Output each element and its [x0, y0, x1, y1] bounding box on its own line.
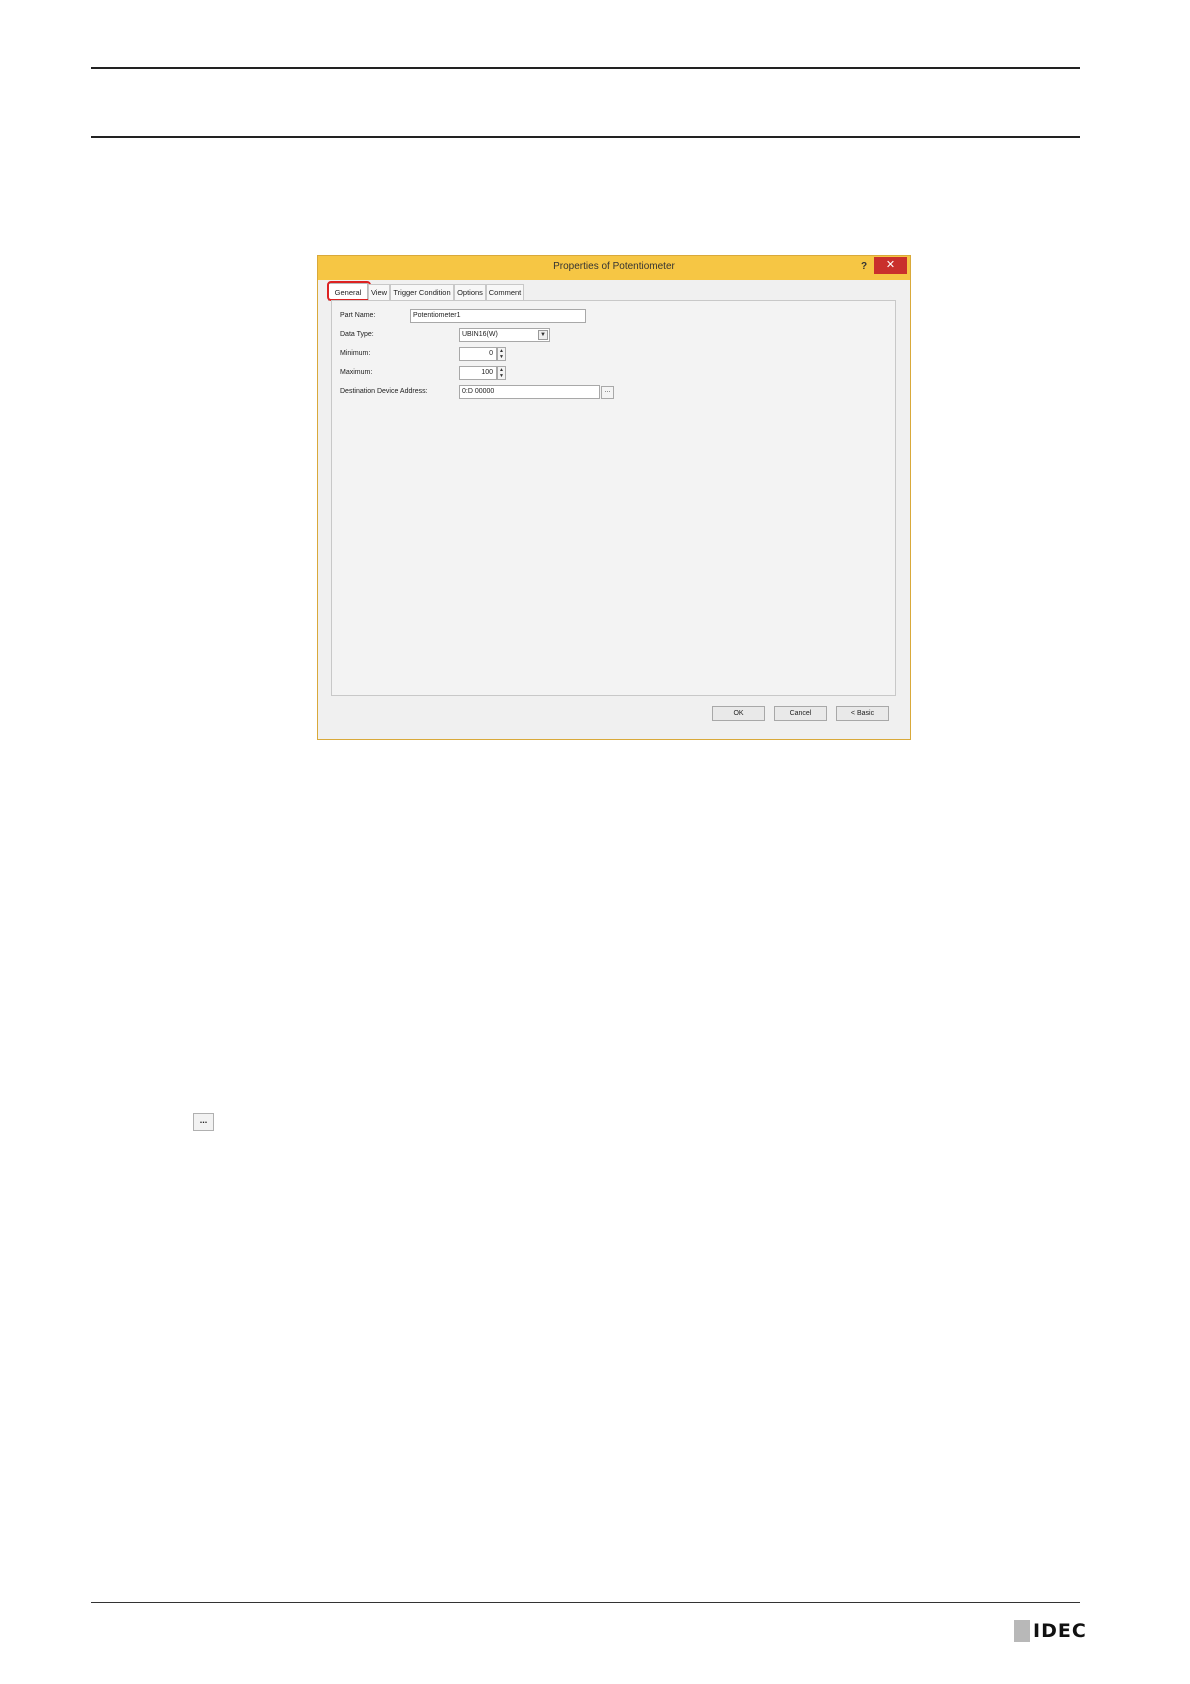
header-rule-top: [91, 67, 1080, 69]
chevron-down-icon[interactable]: ▼: [538, 330, 548, 340]
tab-general[interactable]: General: [327, 281, 371, 301]
minimum-spin-button[interactable]: ▲ ▼: [497, 347, 506, 361]
tab-highlight-marker: [327, 281, 371, 301]
help-button[interactable]: ?: [856, 259, 872, 275]
dialog-body: General View Trigger Condition Options C…: [323, 280, 905, 734]
destination-address-label: Destination Device Address:: [340, 388, 428, 395]
browse-button-icon: ...: [193, 1113, 214, 1131]
tab-view[interactable]: View: [368, 284, 390, 300]
tab-options[interactable]: Options: [454, 284, 486, 300]
destination-address-input[interactable]: 0:D 00000: [459, 385, 600, 399]
dialog-title: Properties of Potentiometer: [553, 261, 675, 272]
cancel-button[interactable]: Cancel: [774, 706, 827, 721]
maximum-spin-button[interactable]: ▲ ▼: [497, 366, 506, 380]
minimum-label: Minimum:: [340, 350, 371, 357]
destination-browse-button[interactable]: ...: [601, 386, 614, 399]
idec-logo: IDEC: [1014, 1620, 1087, 1642]
minimum-input[interactable]: 0: [459, 347, 497, 361]
dialog-titlebar: Properties of Potentiometer ? ✕: [318, 256, 910, 280]
general-tab-panel: Part Name: Potentiometer1 Data Type: UBI…: [331, 300, 896, 696]
data-type-select[interactable]: UBIN16(W) ▼: [459, 328, 550, 342]
ok-button[interactable]: OK: [712, 706, 765, 721]
tab-trigger-condition[interactable]: Trigger Condition: [390, 284, 454, 300]
footer-rule: [91, 1602, 1080, 1603]
part-name-input[interactable]: Potentiometer1: [410, 309, 586, 323]
basic-button[interactable]: < Basic: [836, 706, 889, 721]
maximum-label: Maximum:: [340, 369, 373, 376]
header-rule-bottom: [91, 136, 1080, 138]
data-type-label: Data Type:: [340, 331, 374, 338]
logo-mark: [1014, 1620, 1030, 1642]
close-button[interactable]: ✕: [874, 257, 907, 274]
properties-dialog: Properties of Potentiometer ? ✕ General …: [317, 255, 911, 740]
tab-comment[interactable]: Comment: [486, 284, 524, 300]
data-type-value: UBIN16(W): [462, 331, 498, 338]
logo-text: IDEC: [1033, 1620, 1087, 1642]
maximum-input[interactable]: 100: [459, 366, 497, 380]
part-name-label: Part Name:: [340, 312, 376, 319]
